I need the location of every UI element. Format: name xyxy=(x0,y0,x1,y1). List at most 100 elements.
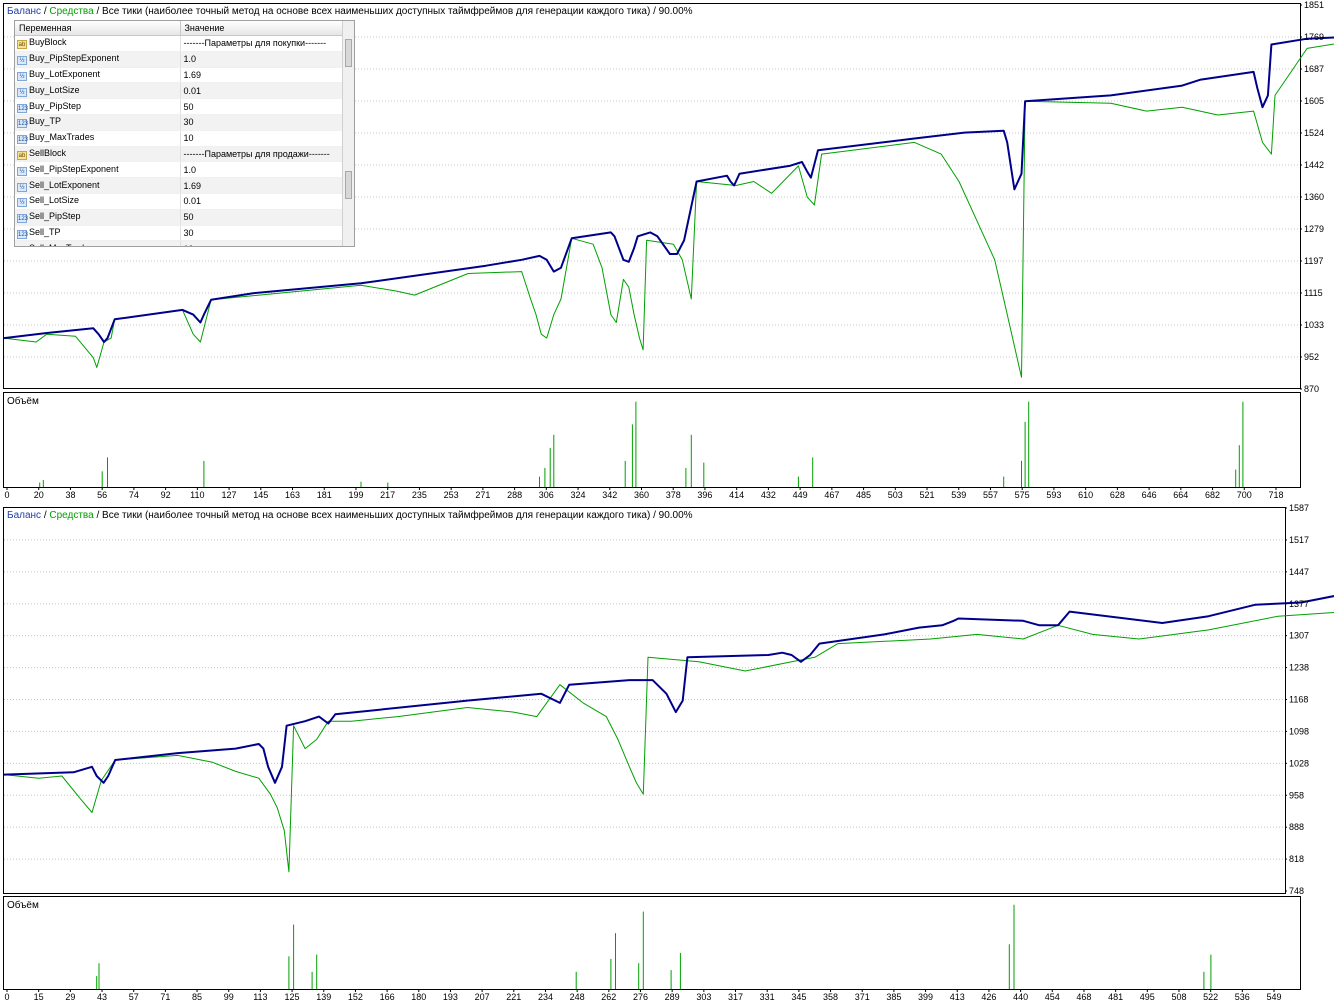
parameters-header-row: Переменная Значение xyxy=(15,21,343,36)
x-tick-label: 180 xyxy=(411,992,426,1002)
y-axis-2: 1587 1517 1447 1377 1307 1238 1168 1098 1028 958 8… xyxy=(1285,503,1309,896)
x-tick-label: 646 xyxy=(1142,490,1157,500)
parameter-value[interactable]: 10 xyxy=(179,130,342,147)
x-tick-label: 413 xyxy=(950,992,965,1002)
y-tick-label: 1769 xyxy=(1304,32,1324,42)
x-tick-label: 664 xyxy=(1173,490,1188,500)
parameter-value[interactable]: 1.0 xyxy=(179,51,342,68)
parameters-scrollbar[interactable] xyxy=(342,21,354,246)
x-tick-label: 521 xyxy=(920,490,935,500)
parameter-name: Sell_MaxTrades xyxy=(29,243,94,246)
y-tick-label: 958 xyxy=(1289,790,1304,800)
legend-equity-2: Средства xyxy=(49,510,94,521)
parameter-name-cell[interactable]: ½ Buy_LotExponent xyxy=(15,67,180,84)
parameter-name-cell[interactable]: 123Buy_MaxTrades xyxy=(15,130,180,147)
parameters-panel[interactable]: Переменная Значение ab BuyBlock -------Пар… xyxy=(14,20,355,247)
parameter-value[interactable]: 0.01 xyxy=(179,193,342,210)
x-tick-label: 43 xyxy=(97,992,107,1002)
parameter-value[interactable]: 50 xyxy=(179,209,342,226)
y-tick-label: 748 xyxy=(1289,886,1304,896)
parameter-value[interactable]: 1.69 xyxy=(179,177,342,194)
parameter-name-cell[interactable]: ½ Sell_PipStepExponent xyxy=(15,161,180,179)
parameter-row[interactable]: ½ Buy_LotSize 0.01 xyxy=(15,82,342,100)
chart-legend-1: Баланс / Средства / Все тики (наиболее т… xyxy=(7,5,693,17)
parameter-name: Sell_PipStep xyxy=(29,211,81,222)
x-tick-label: 92 xyxy=(161,490,171,500)
parameter-value[interactable]: -------Параметры для покупки------- xyxy=(179,35,342,52)
x-tick-label: 29 xyxy=(65,992,75,1002)
parameter-name: Sell_LotSize xyxy=(29,195,80,206)
parameter-value[interactable]: 30 xyxy=(179,114,342,131)
y-tick-label: 1197 xyxy=(1304,256,1323,266)
parameter-row[interactable]: ab SellBlock -------Параметры для продажи-… xyxy=(15,146,342,163)
parameter-row[interactable]: ½ Sell_LotSize 0.01 xyxy=(15,193,342,210)
parameter-value[interactable]: 10 xyxy=(179,240,342,246)
parameter-row[interactable]: ab BuyBlock -------Параметры для покупки--… xyxy=(15,35,342,52)
x-tick-label: 345 xyxy=(791,992,806,1002)
parameter-name-cell[interactable]: ½ Buy_PipStepExponent xyxy=(15,51,180,68)
parameter-name: Sell_PipStepExponent xyxy=(29,163,119,174)
parameter-value[interactable]: 1.0 xyxy=(179,161,342,179)
parameter-name-cell[interactable]: 123Buy_PipStep xyxy=(15,98,180,115)
parameter-value[interactable]: -------Параметры для продажи------- xyxy=(179,146,342,163)
x-tick-label: 454 xyxy=(1045,992,1060,1002)
double-type-icon: ½ xyxy=(17,87,27,97)
x-tick-label: 235 xyxy=(412,490,427,500)
x-tick-label: 342 xyxy=(602,490,617,500)
parameter-row[interactable]: ½ Sell_PipStepExponent 1.0 xyxy=(15,161,342,179)
y-tick-label: 1524 xyxy=(1304,128,1324,138)
legend-rest-2: / Все тики (наиболее точный метод на осн… xyxy=(94,509,693,521)
parameter-name: Buy_TP xyxy=(29,116,62,127)
parameter-row[interactable]: ½ Sell_LotExponent 1.69 xyxy=(15,177,342,194)
parameter-value[interactable]: 50 xyxy=(179,98,342,115)
y-tick-label: 870 xyxy=(1304,384,1319,394)
x-tick-label: 549 xyxy=(1266,992,1281,1002)
parameter-row[interactable]: 123Sell_PipStep 50 xyxy=(15,209,342,226)
x-tick-label: 324 xyxy=(571,490,586,500)
x-tick-label: 15 xyxy=(34,992,44,1002)
x-tick-label: 399 xyxy=(918,992,933,1002)
parameter-value[interactable]: 1.69 xyxy=(179,67,342,84)
parameter-name-cell[interactable]: ½ Sell_LotExponent xyxy=(15,177,180,194)
x-tick-label: 522 xyxy=(1203,992,1218,1002)
parameter-name-cell[interactable]: 123Sell_TP xyxy=(15,225,180,242)
parameter-name-cell[interactable]: 123Sell_MaxTrades xyxy=(15,240,180,246)
parameter-name-cell[interactable]: ab BuyBlock xyxy=(15,35,180,52)
parameter-row[interactable]: 123Sell_TP 30 xyxy=(15,225,342,242)
parameter-name: Buy_MaxTrades xyxy=(29,132,95,143)
x-tick-label: 57 xyxy=(129,992,139,1002)
header-variable[interactable]: Переменная xyxy=(15,21,181,36)
parameter-row[interactable]: 123Sell_MaxTrades10 xyxy=(15,240,342,246)
parameter-row[interactable]: ½ Buy_PipStepExponent 1.0 xyxy=(15,51,342,68)
y-tick-label: 1447 xyxy=(1289,567,1309,577)
x-tick-label: 38 xyxy=(65,490,75,500)
parameter-name: Sell_LotExponent xyxy=(29,179,100,190)
y-tick-label: 1279 xyxy=(1304,224,1324,234)
integer-type-icon: 123 xyxy=(17,229,29,239)
y-tick-label: 888 xyxy=(1289,822,1304,832)
x-tick-label: 207 xyxy=(475,992,490,1002)
legend-sep: / xyxy=(41,6,49,17)
parameter-name-cell[interactable]: ½ Buy_LotSize xyxy=(15,82,180,100)
parameter-name-cell[interactable]: 123Sell_PipStep xyxy=(15,209,180,226)
parameter-value[interactable]: 0.01 xyxy=(179,82,342,100)
x-tick-label: 145 xyxy=(253,490,268,500)
header-value[interactable]: Значение xyxy=(180,21,343,36)
volume-label-2: Объём xyxy=(7,899,39,911)
scrollbar-thumb-top[interactable] xyxy=(345,39,352,67)
parameter-name-cell[interactable]: 123Buy_TP xyxy=(15,114,180,131)
parameter-row[interactable]: ½ Buy_LotExponent 1.69 xyxy=(15,67,342,84)
parameter-row[interactable]: 123Buy_PipStep 50 xyxy=(15,98,342,115)
parameter-value[interactable]: 30 xyxy=(179,225,342,242)
scrollbar-thumb-bottom[interactable] xyxy=(345,171,352,199)
x-tick-label: 503 xyxy=(888,490,903,500)
parameter-row[interactable]: 123Buy_MaxTrades 10 xyxy=(15,130,342,147)
x-tick-label: 378 xyxy=(666,490,681,500)
x-tick-label: 485 xyxy=(856,490,871,500)
parameter-name-cell[interactable]: ½ Sell_LotSize xyxy=(15,193,180,210)
x-tick-label: 99 xyxy=(224,992,234,1002)
parameter-row[interactable]: 123Buy_TP 30 xyxy=(15,114,342,131)
parameter-name-cell[interactable]: ab SellBlock xyxy=(15,146,180,163)
x-tick-label: 331 xyxy=(760,992,775,1002)
x-tick-label: 360 xyxy=(634,490,649,500)
